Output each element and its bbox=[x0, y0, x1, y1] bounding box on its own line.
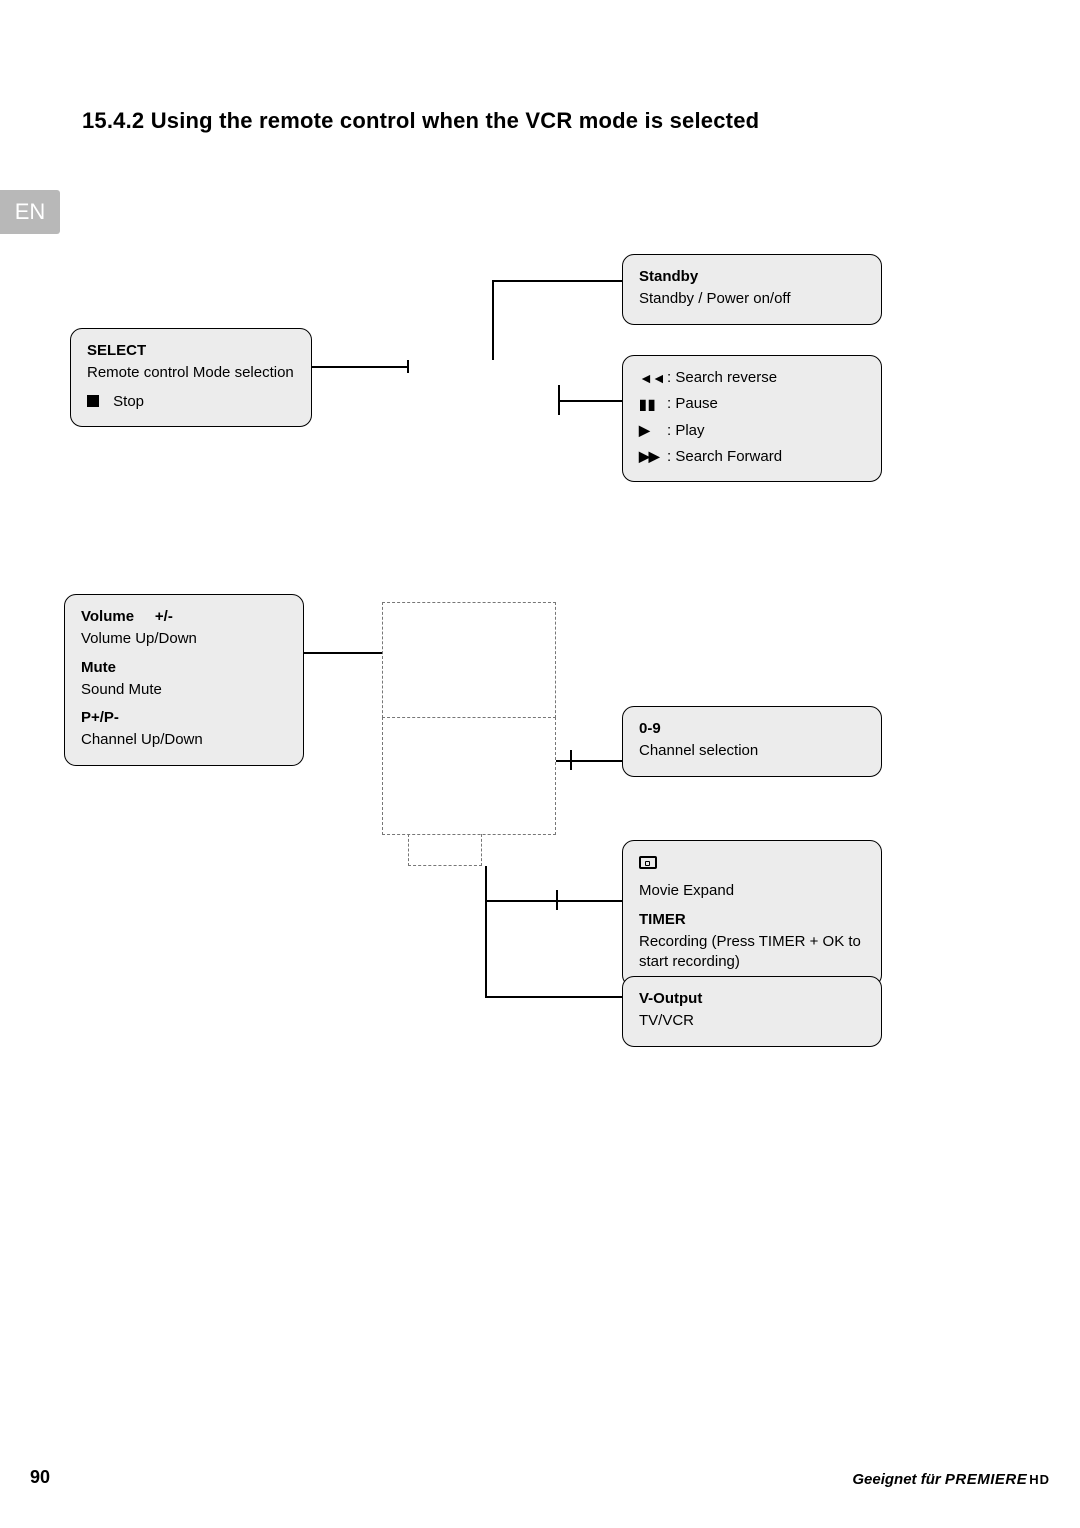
movie-desc: Movie Expand bbox=[639, 881, 865, 901]
connector bbox=[407, 360, 409, 373]
timer-title: TIMER bbox=[639, 910, 865, 930]
screen-icon bbox=[639, 856, 657, 869]
timer-desc: Recording (Press TIMER + OK to start rec… bbox=[639, 932, 865, 973]
connector bbox=[570, 750, 572, 770]
select-title: SELECT bbox=[87, 341, 295, 361]
fast-forward-icon: ▶▶ bbox=[639, 447, 667, 466]
row-search-forward: ▶▶ : Search Forward bbox=[639, 447, 865, 467]
numbers-desc: Channel selection bbox=[639, 741, 865, 761]
volume-desc: Volume Up/Down bbox=[81, 629, 287, 649]
rewind-icon: ◄◄ bbox=[639, 369, 667, 388]
chan-desc: Channel Up/Down bbox=[81, 730, 287, 750]
row-pause: ▮▮ : Pause bbox=[639, 394, 865, 414]
connector bbox=[492, 280, 622, 282]
connector bbox=[558, 400, 622, 402]
voutput-desc: TV/VCR bbox=[639, 1011, 865, 1031]
connector bbox=[492, 280, 494, 360]
language-tab: EN bbox=[0, 190, 60, 234]
remote-outline-upper bbox=[382, 602, 556, 718]
page-number: 90 bbox=[30, 1467, 50, 1488]
volume-title: Volume +/- bbox=[81, 607, 287, 627]
connector bbox=[556, 900, 622, 902]
select-desc: Remote control Mode selection bbox=[87, 363, 295, 383]
callout-voutput: V-Output TV/VCR bbox=[622, 976, 882, 1047]
row-search-reverse: ◄◄ : Search reverse bbox=[639, 368, 865, 388]
connector bbox=[556, 760, 622, 762]
voutput-title: V-Output bbox=[639, 989, 865, 1009]
row-play: ▶ : Play bbox=[639, 421, 865, 441]
play-icon: ▶ bbox=[639, 421, 667, 440]
select-stop-row: Stop bbox=[87, 392, 295, 412]
footer-brand-suffix: HD bbox=[1029, 1472, 1050, 1487]
section-title-text: Using the remote control when the VCR mo… bbox=[151, 108, 760, 133]
pause-icon: ▮▮ bbox=[639, 395, 667, 414]
manual-page: 15.4.2 Using the remote control when the… bbox=[0, 0, 1080, 1528]
connector bbox=[304, 652, 382, 654]
footer-brand: PREMIERE bbox=[945, 1471, 1027, 1488]
callout-standby: Standby Standby / Power on/off bbox=[622, 254, 882, 325]
connector bbox=[485, 900, 557, 902]
remote-outline-lower bbox=[382, 717, 556, 835]
footer-right: Geeignet für PREMIEREHD bbox=[852, 1471, 1050, 1488]
callout-movie-timer: Movie Expand TIMER Recording (Press TIME… bbox=[622, 840, 882, 987]
connector bbox=[312, 366, 408, 368]
connector bbox=[558, 385, 560, 415]
label-reverse: Search reverse bbox=[675, 369, 777, 386]
mute-title: Mute bbox=[81, 658, 287, 678]
label-forward: Search Forward bbox=[675, 448, 782, 465]
callout-select: SELECT Remote control Mode selection Sto… bbox=[70, 328, 312, 427]
footer-text: Geeignet für bbox=[852, 1471, 945, 1488]
section-heading: 15.4.2 Using the remote control when the… bbox=[82, 108, 759, 134]
select-stop-label: Stop bbox=[113, 393, 144, 410]
standby-desc: Standby / Power on/off bbox=[639, 289, 865, 309]
label-pause: Pause bbox=[675, 395, 718, 412]
numbers-title: 0-9 bbox=[639, 719, 865, 739]
movie-row bbox=[639, 853, 865, 873]
callout-volume: Volume +/- Volume Up/Down Mute Sound Mut… bbox=[64, 594, 304, 766]
label-play: Play bbox=[675, 422, 704, 439]
standby-title: Standby bbox=[639, 267, 865, 287]
callout-numbers: 0-9 Channel selection bbox=[622, 706, 882, 777]
chan-title: P+/P- bbox=[81, 708, 287, 728]
connector bbox=[485, 866, 487, 996]
connector bbox=[485, 996, 622, 998]
callout-transport: ◄◄ : Search reverse ▮▮ : Pause ▶ : Play … bbox=[622, 355, 882, 482]
mute-desc: Sound Mute bbox=[81, 680, 287, 700]
section-number: 15.4.2 bbox=[82, 108, 144, 133]
remote-outline-tail bbox=[408, 834, 482, 866]
stop-icon bbox=[87, 395, 99, 407]
